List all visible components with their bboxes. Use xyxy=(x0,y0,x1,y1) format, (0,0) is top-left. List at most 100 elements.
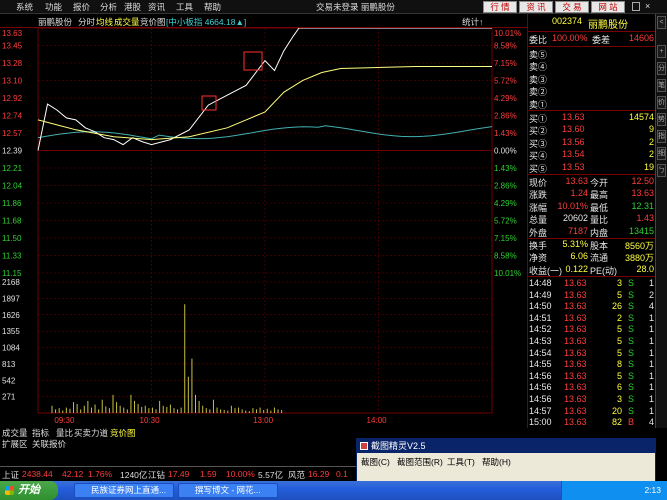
stat-value: 1.43 xyxy=(636,213,654,224)
tick-time: 14:55 xyxy=(529,359,552,370)
trade-button[interactable]: 交 易 xyxy=(555,1,589,13)
tick-price: 13.63 xyxy=(564,324,587,335)
tick-price: 13.63 xyxy=(564,417,587,428)
side-button[interactable]: ㄅ xyxy=(657,164,666,177)
menu-item-analysis[interactable]: 分析 xyxy=(100,1,117,13)
intraday-chart[interactable]: 13.63 10.01% 13.45 8.58% 13.28 7.15% 13.10 5.72… xyxy=(0,28,527,426)
pct-tick-label: 1.43% xyxy=(494,164,517,173)
news-button[interactable]: 资 讯 xyxy=(519,1,553,13)
weibi-label: 委比 xyxy=(529,35,548,45)
popup-menu-capture[interactable]: 截图(C) xyxy=(361,456,390,468)
tick-direction: S xyxy=(628,394,635,404)
volume-tick-label: 2168 xyxy=(2,278,20,287)
taskbar-item-broker[interactable]: 民族证券网上直通... xyxy=(74,483,174,498)
side-button[interactable]: 指 xyxy=(657,130,666,143)
sell-row: 卖② xyxy=(528,85,656,98)
price-tick-label: 13.45 xyxy=(2,42,23,51)
tick-time: 14:54 xyxy=(529,347,552,358)
price-tick-label: 12.39 xyxy=(2,147,23,156)
volume-tick-label: 542 xyxy=(2,376,16,385)
tick-price: 13.63 xyxy=(564,278,587,288)
pct-tick-label: 10.01% xyxy=(494,29,521,38)
volume-label: 成交量 xyxy=(114,17,140,27)
tick-price: 13.63 xyxy=(564,301,587,312)
website-button[interactable]: 网 站 xyxy=(591,1,625,13)
pct-tick-label: 7.15% xyxy=(494,234,517,243)
tick-count: 4 xyxy=(648,417,654,428)
popup-menu-tools[interactable]: 工具(T) xyxy=(447,456,475,468)
volume-tick-label: 1897 xyxy=(2,294,20,303)
pct-tick-label: 8.58% xyxy=(494,42,517,51)
app-icon xyxy=(360,442,368,450)
tick-volume: 3 xyxy=(616,394,622,404)
side-button[interactable]: 价 xyxy=(657,96,666,109)
popup-menu-help[interactable]: 帮助(H) xyxy=(482,456,511,468)
tick-volume: 3 xyxy=(616,278,622,288)
highlight-box-1 xyxy=(201,95,217,111)
time-tick-label: 09:30 xyxy=(54,416,75,425)
popup-menu-range[interactable]: 截图范围(R) xyxy=(397,456,443,468)
sell-row: 卖③ xyxy=(528,73,656,86)
menu-item-hk[interactable]: 港股 xyxy=(124,1,141,13)
buy-row: 买④ 13.54 2 xyxy=(528,149,656,162)
buy-label: 买⑤ xyxy=(529,163,548,174)
popup-title[interactable]: 截图精灵V2.5 xyxy=(357,439,655,453)
menu-item-function[interactable]: 功能 xyxy=(45,1,62,13)
side-button[interactable]: 细 xyxy=(657,147,666,160)
tick-direction: S xyxy=(628,336,635,346)
stat-value: 6.06 xyxy=(570,251,588,262)
restore-icon[interactable] xyxy=(632,2,640,11)
sell-label: 卖③ xyxy=(529,74,548,85)
stat-row: 涨幅 10.01% 最低 12.31 xyxy=(528,201,656,214)
stat-label: 涨跌 xyxy=(529,190,548,201)
side-button[interactable]: 势 xyxy=(657,113,666,126)
side-button[interactable]: 分 xyxy=(657,62,666,75)
price-tick-label: 13.63 xyxy=(2,29,23,38)
start-button[interactable]: 开始 xyxy=(0,481,58,500)
buy-row: 买② 13.60 9 xyxy=(528,124,656,137)
price-tick-label: 12.57 xyxy=(2,129,23,138)
stat-value: 1.24 xyxy=(570,188,588,199)
extension-tab[interactable]: 扩展区 xyxy=(2,438,28,450)
popup-title-text: 截图精灵V2.5 xyxy=(371,441,426,451)
index-change: 42.12 xyxy=(62,469,84,479)
weicha-value: 14606 xyxy=(628,33,654,43)
stat-label: 今开 xyxy=(590,178,609,188)
pct-tick-label: 0.00% xyxy=(494,147,517,156)
ticker-price-3: 16.29 xyxy=(308,469,330,479)
menu-item-news[interactable]: 资讯 xyxy=(148,1,165,13)
tick-row: 15:00 13.63 82 B 4 xyxy=(528,417,656,430)
menu-item-tools[interactable]: 工具 xyxy=(176,1,193,13)
tick-volume: 5 xyxy=(616,336,622,346)
side-button[interactable]: < xyxy=(657,16,666,29)
menu-item-quote[interactable]: 报价 xyxy=(73,1,90,13)
close-icon[interactable]: × xyxy=(645,1,650,11)
menu-item-system[interactable]: 系统 xyxy=(16,1,33,13)
auction-label[interactable]: 竞价图 xyxy=(140,16,166,28)
stat-label: 总量 xyxy=(529,215,548,226)
side-button[interactable]: + xyxy=(657,45,666,58)
mode-label[interactable]: 分时 xyxy=(78,16,95,28)
stat-value: 13.63 xyxy=(565,176,588,186)
screenshot-popup[interactable]: 截图精灵V2.5 截图(C) 截图范围(R) 工具(T) 帮助(H) xyxy=(356,438,656,483)
stat-button[interactable]: 统计↑ xyxy=(462,16,483,28)
stat-label: 收益(一) xyxy=(529,265,562,276)
stat-row: 总量 20602 量比 1.43 xyxy=(528,213,656,226)
sell-row: 卖⑤ xyxy=(528,48,656,61)
price-tick-label: 12.21 xyxy=(2,164,23,173)
side-button[interactable]: 笔 xyxy=(657,79,666,92)
pct-tick-label: 2.86% xyxy=(494,182,517,191)
taskbar-item-blog[interactable]: 撰写博文 - 网花... xyxy=(178,483,278,498)
menu-item-help[interactable]: 帮助 xyxy=(204,1,221,13)
index-amount: 1240亿 xyxy=(120,470,148,480)
tick-time: 15:00 xyxy=(529,417,552,428)
sell-label: 卖② xyxy=(529,87,548,98)
market-button[interactable]: 行 情 xyxy=(483,1,517,13)
extension-tab[interactable]: 关联报价 xyxy=(32,438,66,450)
stat-row: 外盘 7187 内盘 13415 xyxy=(528,226,656,239)
pct-tick-label: 10.01% xyxy=(494,269,521,278)
tick-count: 1 xyxy=(648,359,654,370)
pct-tick-label: 5.72% xyxy=(494,77,517,86)
tick-direction: S xyxy=(628,289,635,300)
status-bar: 上证 2438.44 42.12 1.76% 1240亿 江钻 17.49 1.… xyxy=(0,466,356,480)
